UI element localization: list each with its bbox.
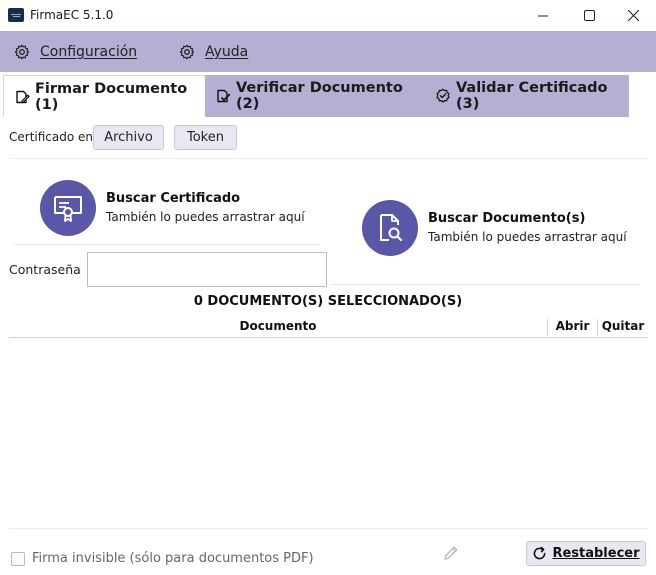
tab-firmar-documento[interactable]: Firmar Documento (1) (3, 75, 205, 117)
app-window: FirmaEC 5.1.0 Configuración Ayuda Firmar… (0, 0, 656, 575)
certificate-icon (54, 196, 82, 222)
menu-configuracion[interactable]: Configuración (14, 31, 137, 72)
divider (330, 284, 640, 285)
tab-validar-label: Validar Certificado (3) (456, 80, 608, 112)
firmaec-app-icon (8, 8, 24, 22)
tab-bar: Firmar Documento (1) Verificar Documento… (0, 75, 656, 117)
tab-verificar-documento[interactable]: Verificar Documento (2) (205, 75, 429, 117)
tab-firmar-label: Firmar Documento (1) (35, 80, 188, 113)
invisible-signature-label[interactable]: Firma invisible (sólo para documentos PD… (32, 551, 314, 566)
divider (14, 244, 320, 245)
maximize-icon (583, 10, 595, 21)
pencil-icon (442, 544, 460, 566)
tab-verificar-label: Verificar Documento (2) (236, 80, 403, 112)
menu-ayuda-label: Ayuda (205, 43, 249, 60)
search-document-hint: También lo puedes arrastrar aquí (428, 230, 627, 244)
minimize-button[interactable] (520, 0, 566, 31)
search-certificate-title[interactable]: Buscar Certificado (106, 191, 240, 206)
search-document-button[interactable] (362, 200, 418, 256)
tab-validar-certificado[interactable]: Validar Certificado (3) (429, 75, 629, 117)
gear-icon (14, 44, 30, 59)
search-document-title[interactable]: Buscar Documento(s) (428, 211, 585, 226)
certificate-source-label: Certificado en (9, 130, 94, 144)
menu-configuracion-label: Configuración (40, 43, 138, 60)
password-label: Contraseña (9, 262, 81, 277)
reset-button[interactable]: Restablecer (526, 541, 646, 566)
maximize-button[interactable] (566, 0, 612, 31)
invisible-signature-checkbox[interactable] (11, 552, 25, 566)
menu-bar: Configuración Ayuda (0, 31, 656, 72)
search-certificate-hint: También lo puedes arrastrar aquí (106, 210, 305, 224)
column-quitar[interactable]: Quitar (597, 319, 648, 336)
search-certificate-button[interactable] (40, 180, 96, 236)
close-button[interactable] (610, 0, 656, 31)
minimize-icon (538, 15, 548, 16)
documents-table-header: Documento Abrir Quitar (9, 316, 648, 338)
menu-ayuda[interactable]: Ayuda (179, 31, 248, 72)
archivo-button[interactable]: Archivo (93, 125, 164, 150)
verified-badge-icon (435, 88, 451, 104)
documents-table-body (9, 339, 648, 527)
refresh-icon (532, 546, 547, 561)
edit-document-icon (14, 89, 30, 105)
search-document-icon (380, 214, 403, 242)
divider (9, 528, 648, 529)
check-document-icon (215, 88, 231, 104)
column-documento[interactable]: Documento (9, 319, 547, 333)
reset-button-label: Restablecer (552, 546, 640, 561)
password-field[interactable] (87, 252, 327, 287)
token-button[interactable]: Token (174, 125, 237, 150)
selected-documents-count: 0 DOCUMENTO(S) SELECCIONADO(S) (193, 294, 463, 309)
window-title: FirmaEC 5.1.0 (30, 8, 114, 22)
column-abrir[interactable]: Abrir (547, 319, 597, 336)
close-icon (627, 10, 639, 21)
title-bar: FirmaEC 5.1.0 (0, 0, 656, 31)
gear-icon (179, 44, 195, 59)
divider (9, 158, 648, 159)
